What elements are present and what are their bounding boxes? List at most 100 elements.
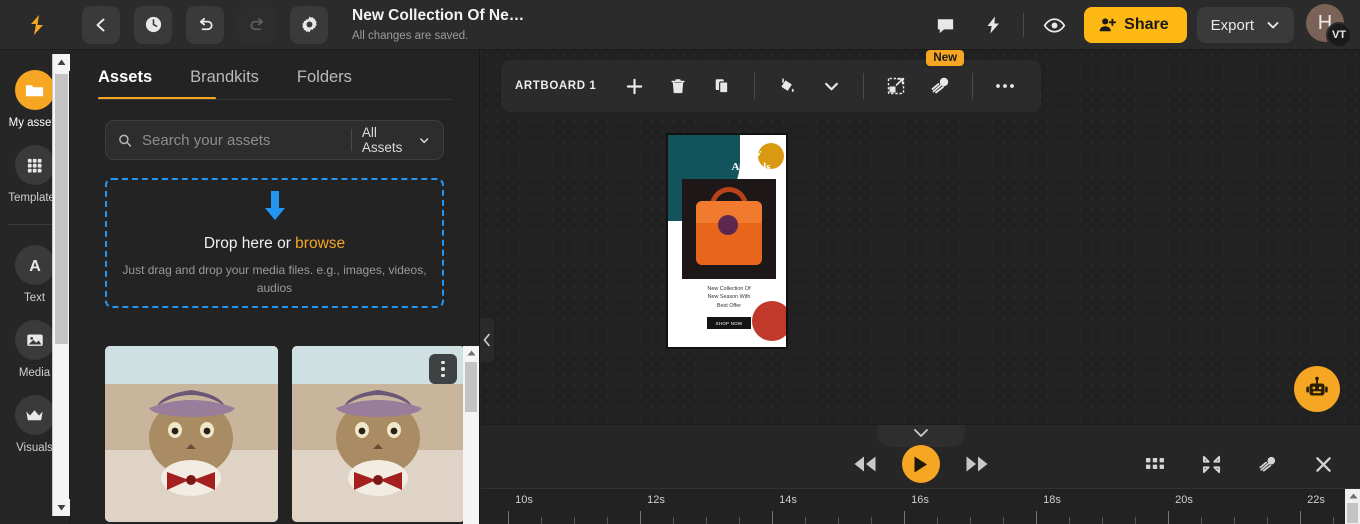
folder-icon bbox=[14, 70, 55, 110]
timeline-ruler[interactable]: 10s 12s 14s 16s 18s 20s 22s bbox=[481, 488, 1360, 524]
ruler-tick-major bbox=[1168, 511, 1169, 524]
play-button[interactable] bbox=[901, 445, 940, 483]
asset-filter-dropdown[interactable]: All Assets bbox=[362, 125, 431, 155]
ai-assistant-button[interactable] bbox=[1294, 366, 1340, 412]
ruler-tick-minor bbox=[1102, 517, 1103, 524]
asset-thumbnail[interactable] bbox=[105, 346, 278, 522]
user-avatar[interactable]: H VT bbox=[1306, 4, 1352, 48]
assets-scrollbar[interactable] bbox=[463, 346, 479, 524]
export-button[interactable]: Export bbox=[1196, 7, 1294, 43]
tab-brandkits[interactable]: Brandkits bbox=[190, 68, 259, 100]
undo-button[interactable] bbox=[186, 5, 224, 44]
more-options-button[interactable] bbox=[989, 70, 1021, 102]
ruler-tick-label: 22s bbox=[1307, 494, 1325, 506]
artboard-cta-button[interactable]: SHOP NOW bbox=[707, 317, 751, 329]
rewind-button[interactable] bbox=[850, 449, 880, 479]
canvas-area[interactable]: ARTBOARD 1 New New Arrivals New Collecti… bbox=[481, 50, 1360, 424]
ruler-tick-minor bbox=[1201, 517, 1202, 524]
preview-button[interactable] bbox=[1037, 8, 1071, 42]
fast-forward-icon bbox=[966, 456, 987, 472]
assets-panel: Assets Brandkits Folders All Assets bbox=[70, 50, 480, 524]
ruler-tick-minor bbox=[739, 517, 740, 524]
ruler-tick-label: 18s bbox=[1043, 494, 1061, 506]
tabs-underline bbox=[98, 99, 451, 100]
fast-forward-button[interactable] bbox=[962, 449, 992, 479]
download-arrow-icon bbox=[264, 191, 285, 221]
cat-photo bbox=[105, 346, 278, 522]
artboard-canvas[interactable]: New Arrivals New Collection Of New Seaso… bbox=[666, 133, 788, 349]
panel-collapse-button[interactable] bbox=[480, 318, 494, 362]
bag-seal bbox=[718, 215, 738, 235]
caption-line3: Best Offer bbox=[716, 302, 742, 309]
artboard-heading-line1: New bbox=[740, 147, 762, 159]
ruler-tick-minor bbox=[970, 517, 971, 524]
ruler-tick-minor bbox=[673, 517, 674, 524]
add-artboard-button[interactable] bbox=[618, 70, 650, 102]
toolbar-divider bbox=[972, 73, 974, 99]
chevron-left-icon bbox=[483, 333, 490, 347]
chevron-down-icon bbox=[824, 82, 838, 90]
scroll-up-icon[interactable] bbox=[53, 54, 70, 71]
grid-view-icon bbox=[1146, 458, 1164, 469]
ruler-tick-major bbox=[1036, 511, 1037, 524]
left-sidebar: My assets Templates A Text Media Visuals bbox=[0, 50, 70, 524]
timeline-scrollbar[interactable] bbox=[1345, 489, 1360, 524]
timeline-scroll-thumb[interactable] bbox=[1347, 503, 1358, 523]
plus-icon bbox=[626, 78, 643, 94]
sidebar-scrollbar[interactable] bbox=[52, 54, 70, 516]
rewind-icon bbox=[854, 456, 875, 472]
fill-color-dropdown[interactable] bbox=[815, 70, 847, 102]
lightning-icon bbox=[987, 16, 1000, 34]
upload-dropzone[interactable]: Drop here or browse Just drag and drop y… bbox=[105, 178, 444, 308]
scroll-up-icon[interactable] bbox=[463, 346, 479, 360]
ruler-tick-minor bbox=[574, 517, 575, 524]
sidebar-label-text: Text bbox=[23, 292, 46, 304]
search-bar: All Assets bbox=[105, 120, 444, 160]
new-badge: New bbox=[926, 50, 965, 66]
quick-actions-button[interactable] bbox=[976, 8, 1010, 42]
ruler-tick-minor bbox=[838, 517, 839, 524]
grid-view-button[interactable] bbox=[1140, 449, 1170, 479]
redo-button[interactable] bbox=[238, 5, 276, 44]
search-input[interactable] bbox=[142, 131, 341, 149]
duplicate-artboard-button[interactable] bbox=[706, 70, 738, 102]
comments-button[interactable] bbox=[928, 8, 962, 42]
settings-button[interactable] bbox=[290, 5, 328, 44]
ruler-tick-minor bbox=[1234, 517, 1235, 524]
playback-controls bbox=[850, 445, 992, 483]
share-button[interactable]: Share bbox=[1084, 7, 1187, 43]
browse-link[interactable]: browse bbox=[295, 235, 345, 252]
brand-logo[interactable] bbox=[18, 0, 56, 50]
scroll-down-icon[interactable] bbox=[53, 499, 70, 516]
tab-assets[interactable]: Assets bbox=[98, 68, 152, 100]
robot-icon bbox=[1306, 376, 1328, 396]
chevron-down-icon bbox=[419, 137, 428, 143]
back-button[interactable] bbox=[82, 5, 120, 44]
panel-tabs: Assets Brandkits Folders bbox=[70, 50, 479, 100]
user-plus-icon bbox=[1099, 18, 1117, 32]
eye-icon bbox=[1043, 17, 1065, 33]
timeline-collapse-button[interactable] bbox=[876, 425, 965, 447]
artboard-heading: New Arrivals bbox=[716, 147, 786, 175]
version-history-button[interactable] bbox=[134, 5, 172, 44]
more-vertical-icon bbox=[441, 360, 445, 365]
asset-options-button[interactable] bbox=[429, 354, 457, 384]
fill-color-button[interactable] bbox=[771, 70, 803, 102]
asset-thumbnail[interactable] bbox=[292, 346, 465, 522]
sidebar-scroll-thumb[interactable] bbox=[55, 74, 68, 344]
magic-effect-button[interactable]: New bbox=[924, 50, 965, 102]
ruler-tick-minor bbox=[607, 517, 608, 524]
tab-folders[interactable]: Folders bbox=[297, 68, 352, 100]
scroll-up-icon[interactable] bbox=[1345, 489, 1360, 503]
resize-artboard-button[interactable] bbox=[880, 70, 912, 102]
delete-artboard-button[interactable] bbox=[662, 70, 694, 102]
timeline-magic-button[interactable] bbox=[1252, 449, 1282, 479]
toolbar-divider bbox=[754, 73, 756, 99]
close-timeline-button[interactable] bbox=[1308, 449, 1338, 479]
assets-scroll-thumb[interactable] bbox=[465, 362, 477, 412]
fit-view-button[interactable] bbox=[1196, 449, 1226, 479]
ruler-tick-minor bbox=[541, 517, 542, 524]
ruler-tick-minor bbox=[1003, 517, 1004, 524]
ruler-tick-minor bbox=[1267, 517, 1268, 524]
document-info: New Collection Of Ne… All changes are sa… bbox=[352, 6, 524, 43]
